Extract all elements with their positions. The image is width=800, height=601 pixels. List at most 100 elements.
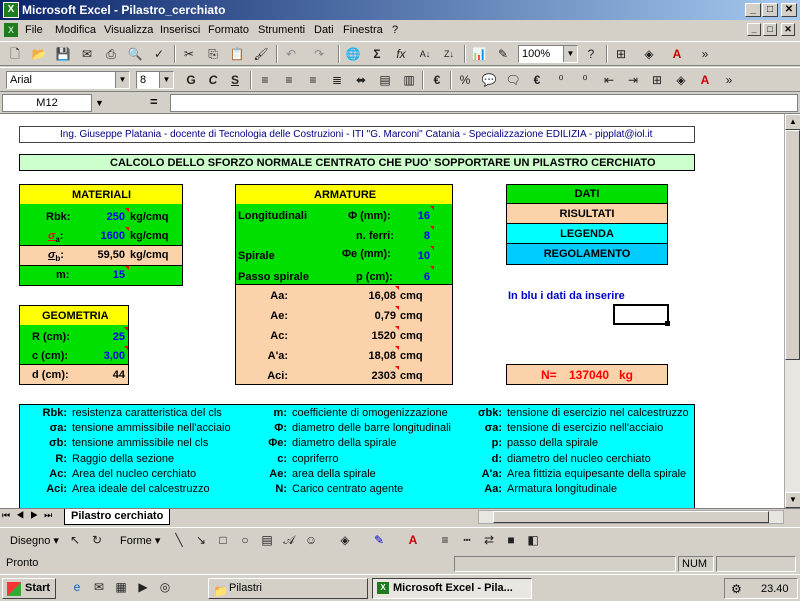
active-cell-m12[interactable]	[613, 304, 669, 325]
desktop-icon[interactable]: ▦	[112, 578, 130, 596]
toolbar-options-icon[interactable]: »	[720, 71, 738, 89]
hyperlink-icon[interactable]: 🌐	[344, 45, 362, 63]
menu-modifica[interactable]: Modifica	[55, 24, 96, 36]
maximize-button[interactable]: □	[762, 3, 778, 17]
help-icon[interactable]: ?	[582, 45, 600, 63]
doc-minimize-button[interactable]: _	[747, 23, 761, 36]
name-box[interactable]: M12	[2, 94, 92, 112]
formula-input[interactable]	[170, 94, 798, 112]
phie-value[interactable]: 10	[400, 250, 430, 262]
c-value[interactable]: 3,00	[85, 350, 125, 362]
name-box-dropdown-icon[interactable]: ▼	[95, 94, 109, 112]
percent-icon[interactable]: %	[456, 71, 474, 89]
borders-icon[interactable]: ⊞	[648, 71, 666, 89]
chevron-down-icon[interactable]: ▼	[563, 46, 577, 62]
minimize-button[interactable]: _	[745, 3, 761, 17]
excel-app-icon[interactable]: X	[3, 2, 19, 18]
redo-icon[interactable]: ↷	[310, 45, 328, 63]
borders-icon[interactable]: ⊞	[612, 45, 630, 63]
fill-color-icon[interactable]: ◈	[640, 45, 658, 63]
scroll-up-icon[interactable]: ▲	[785, 114, 800, 130]
tray-icon[interactable]: ⚙	[731, 582, 742, 596]
menu-finestra[interactable]: Finestra	[343, 24, 383, 36]
toolbar-options-icon[interactable]: »	[696, 45, 714, 63]
dec-increase-icon[interactable]: ⁰	[552, 71, 570, 89]
format-painter-icon[interactable]: 🖌	[252, 45, 270, 63]
oval-icon[interactable]: ○	[236, 531, 254, 549]
spelling-icon[interactable]: ✓	[150, 45, 168, 63]
clipart-icon[interactable]: ☺	[302, 531, 320, 549]
euro-icon[interactable]: €	[428, 71, 446, 89]
scroll-down-icon[interactable]: ▼	[785, 492, 800, 508]
menu-formato[interactable]: Formato	[208, 24, 249, 36]
app-icon[interactable]: ◎	[156, 578, 174, 596]
line-style-icon[interactable]: ≡	[436, 531, 454, 549]
menu-help[interactable]: ?	[392, 24, 398, 36]
fill-handle[interactable]	[665, 321, 670, 326]
disegno-menu[interactable]: Disegno ▾	[10, 534, 59, 547]
undo-icon[interactable]: ↶	[282, 45, 300, 63]
zoom-select[interactable]: 100% ▼	[518, 45, 578, 63]
function-equals[interactable]: =	[150, 94, 158, 109]
menu-file[interactable]: File	[25, 24, 43, 36]
ie-icon[interactable]: e	[68, 578, 86, 596]
save-icon[interactable]: 💾	[54, 45, 72, 63]
arrow-style-icon[interactable]: ⇄	[480, 531, 498, 549]
menu-visualizza[interactable]: Visualizza	[104, 24, 153, 36]
rbk-value[interactable]: 250	[85, 211, 125, 223]
m-value[interactable]: 15	[85, 269, 125, 281]
fill-color-icon[interactable]: ◈	[336, 531, 354, 549]
justify-icon[interactable]: ≣	[328, 71, 346, 89]
copy-icon[interactable]: ⎘	[204, 45, 222, 63]
tab-pilastro-cerchiato[interactable]: Pilastro cerchiato	[64, 509, 171, 525]
align-left-icon[interactable]: ≡	[256, 71, 274, 89]
menu-inserisci[interactable]: Inserisci	[160, 24, 200, 36]
font-color-icon[interactable]: A	[668, 45, 686, 63]
key-regolamento[interactable]: REGOLAMENTO	[507, 244, 667, 264]
align-center-icon[interactable]: ≡	[280, 71, 298, 89]
currency-icon[interactable]: €	[528, 71, 546, 89]
rotate-icon[interactable]: ↻	[88, 531, 106, 549]
indent-decrease-icon[interactable]: ⇤	[600, 71, 618, 89]
scroll-thumb[interactable]	[785, 130, 800, 360]
key-legenda[interactable]: LEGENDA	[507, 224, 667, 244]
task-pilastri[interactable]: 📁 Pilastri	[208, 578, 368, 599]
3d-icon[interactable]: ◧	[524, 531, 542, 549]
chevron-down-icon[interactable]: ▼	[159, 72, 173, 88]
sort-ascending-icon[interactable]: A↓	[416, 45, 434, 63]
tab-nav-icon[interactable]: ⏮◀▶⏭	[2, 510, 58, 521]
line-color-icon[interactable]: ✎	[370, 531, 388, 549]
workbook-icon[interactable]: X	[4, 23, 18, 37]
key-dati[interactable]: DATI	[507, 185, 667, 204]
comment-outline-icon[interactable]: 🗨	[504, 71, 522, 89]
textbox-icon[interactable]: ▤	[258, 531, 276, 549]
cut-icon[interactable]: ✂	[180, 45, 198, 63]
italic-icon[interactable]: C	[204, 71, 222, 89]
phi-value[interactable]: 16	[400, 210, 430, 222]
chart-wizard-icon[interactable]: 📊	[470, 45, 488, 63]
font-color-icon[interactable]: A	[404, 531, 422, 549]
sort-descending-icon[interactable]: Z↓	[440, 45, 458, 63]
bold-icon[interactable]: G	[182, 71, 200, 89]
menu-dati[interactable]: Dati	[314, 24, 334, 36]
font-select[interactable]: Arial ▼	[6, 71, 130, 89]
font-color-icon[interactable]: A	[696, 71, 714, 89]
paste-icon[interactable]: 📋	[228, 45, 246, 63]
font-size-select[interactable]: 8 ▼	[136, 71, 174, 89]
p-value[interactable]: 6	[400, 271, 430, 283]
indent-icon[interactable]: ▥	[400, 71, 418, 89]
horizontal-scrollbar[interactable]	[478, 510, 784, 524]
key-risultati[interactable]: RISULTATI	[507, 204, 667, 224]
doc-close-button[interactable]: ✕	[781, 23, 795, 36]
doc-restore-button[interactable]: □	[763, 23, 777, 36]
function-icon[interactable]: fx	[392, 45, 410, 63]
menu-strumenti[interactable]: Strumenti	[258, 24, 305, 36]
shadow-icon[interactable]: ■	[502, 531, 520, 549]
nferri-value[interactable]: 8	[400, 230, 430, 242]
close-button[interactable]: ✕	[781, 3, 797, 17]
outlook-icon[interactable]: ✉	[90, 578, 108, 596]
rectangle-icon[interactable]: □	[214, 531, 232, 549]
arrow-icon[interactable]: ↘	[192, 531, 210, 549]
select-objects-icon[interactable]: ↖	[66, 531, 84, 549]
h-scroll-thumb[interactable]	[493, 511, 769, 523]
